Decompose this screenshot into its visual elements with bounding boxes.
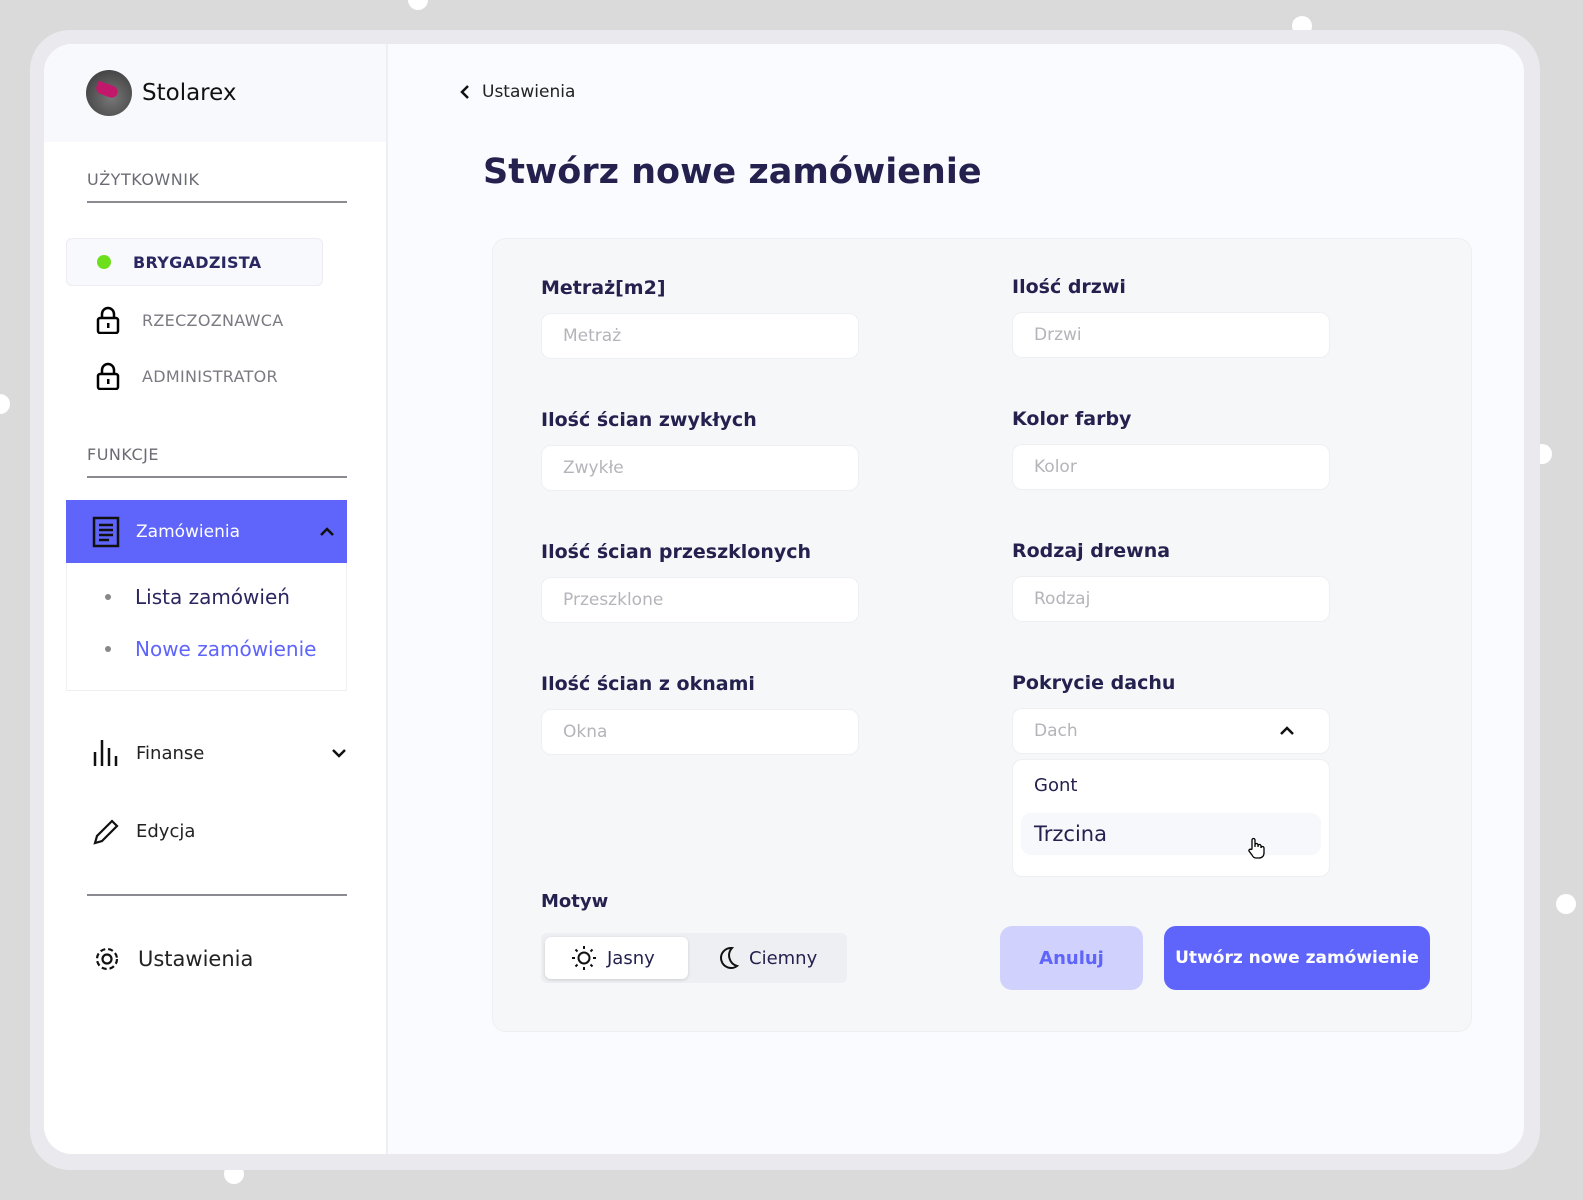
nav-orders-label: Zamówienia [136, 521, 241, 542]
orders-submenu: Lista zamówień Nowe zamówienie [66, 563, 347, 691]
section-functions: FUNKCJE [87, 445, 347, 478]
chevron-up-icon [1280, 726, 1294, 735]
hand-cursor-icon [1248, 837, 1265, 859]
label: Lista zamówień [135, 585, 290, 609]
gear-icon [95, 947, 119, 971]
roof-select[interactable]: Dach [1012, 708, 1330, 754]
theme-toggle: Jasny Ciemny [541, 933, 847, 983]
label: Rodzaj drewna [1012, 540, 1171, 562]
glazed-input[interactable]: Przeszklone [541, 577, 859, 623]
label: Finanse [136, 742, 205, 764]
label: Ciemny [749, 947, 818, 969]
color-input[interactable]: Kolor [1012, 444, 1330, 490]
role-label: BRYGADZISTA [133, 252, 262, 272]
field-wood: Rodzaj drewna Rodzaj [1012, 540, 1330, 622]
moon-icon [720, 946, 739, 969]
theme-label: Motyw [541, 891, 609, 912]
label: Jasny [607, 947, 655, 969]
roof-placeholder: Dach [1034, 721, 1078, 741]
lock-icon [96, 306, 120, 334]
nav-edit[interactable]: Edycja [92, 816, 195, 846]
nav-orders[interactable]: Zamówienia [66, 500, 347, 563]
nav-finance[interactable]: Finanse [92, 738, 347, 768]
label: Ustawienia [138, 947, 254, 971]
label: Ilość ścian zwykłych [541, 409, 757, 431]
back-link[interactable]: Ustawienia [460, 82, 575, 102]
divider [87, 894, 347, 896]
sidebar: Stolarex UŻYTKOWNIK BRYGADZISTA RZECZOZN… [44, 44, 388, 1154]
doors-input[interactable]: Drzwi [1012, 312, 1330, 358]
back-label: Ustawienia [482, 82, 576, 102]
app-name: Stolarex [142, 80, 237, 106]
label: Ilość drzwi [1012, 276, 1126, 298]
logo[interactable]: Stolarex [44, 44, 386, 142]
sun-icon [572, 946, 596, 970]
section-user: UŻYTKOWNIK [87, 170, 347, 203]
field-walls: Ilość ścian zwykłych Zwykłe [541, 409, 859, 491]
roof-option-trzcina[interactable]: Trzcina [1021, 813, 1321, 859]
role-brygadzista[interactable]: BRYGADZISTA [66, 238, 323, 286]
nav-new-order[interactable]: Nowe zamówienie [105, 637, 316, 661]
pencil-icon [93, 819, 119, 845]
create-order-button[interactable]: Utwórz nowe zamówienie [1164, 926, 1430, 990]
wood-input[interactable]: Rodzaj [1012, 576, 1330, 622]
role-rzeczoznawca[interactable]: RZECZOZNAWCA [66, 296, 323, 344]
role-label: ADMINISTRATOR [142, 366, 278, 386]
walls-input[interactable]: Zwykłe [541, 445, 859, 491]
nav-settings[interactable]: Ustawienia [92, 944, 253, 974]
chevron-left-icon [460, 85, 469, 99]
page-title: Stwórz nowe zamówienie [483, 152, 982, 192]
label: Nowe zamówienie [135, 637, 317, 661]
app-window: Stolarex UŻYTKOWNIK BRYGADZISTA RZECZOZN… [44, 44, 1524, 1154]
bullet-icon [105, 646, 111, 652]
field-roof: Pokrycie dachu Dach [1012, 672, 1330, 754]
theme-light-button[interactable]: Jasny [545, 937, 688, 979]
chevron-up-icon[interactable] [319, 526, 335, 537]
windows-input[interactable]: Okna [541, 709, 859, 755]
cancel-button[interactable]: Anuluj [1000, 926, 1143, 990]
roof-dropdown: Gont Trzcina [1012, 759, 1330, 877]
field-color: Kolor farby Kolor [1012, 408, 1330, 490]
label: Kolor farby [1012, 408, 1132, 430]
field-area: Metraż[m2] Metraż [541, 277, 859, 359]
main-content: Ustawienia Stwórz nowe zamówienie Metraż… [432, 44, 1524, 1154]
label: Metraż[m2] [541, 277, 666, 299]
label: Ilość ścian przeszklonych [541, 541, 812, 563]
label: Trzcina [1034, 822, 1107, 846]
bar-chart-icon [93, 740, 118, 766]
label: Ilość ścian z oknami [541, 673, 755, 695]
field-glazed: Ilość ścian przeszklonych Przeszklone [541, 541, 859, 623]
chevron-down-icon[interactable] [331, 748, 347, 758]
label: Edycja [136, 820, 196, 842]
order-form: Metraż[m2] Metraż Ilość drzwi Drzwi Ilość … [492, 238, 1472, 1032]
field-windows: Ilość ścian z oknami Okna [541, 673, 859, 755]
bg-dot [1556, 894, 1576, 914]
theme-dark-button[interactable]: Ciemny [691, 937, 817, 979]
role-label: RZECZOZNAWCA [142, 310, 284, 330]
area-input[interactable]: Metraż [541, 313, 859, 359]
roof-option-gont[interactable]: Gont [1021, 764, 1321, 806]
bullet-icon [105, 594, 111, 600]
logo-avatar-icon [86, 70, 132, 116]
role-administrator[interactable]: ADMINISTRATOR [66, 352, 323, 400]
bg-dot [408, 0, 428, 10]
active-status-icon [97, 255, 111, 269]
bg-dot [0, 394, 10, 414]
receipt-icon [92, 516, 120, 547]
nav-order-list[interactable]: Lista zamówień [105, 585, 290, 609]
label: Pokrycie dachu [1012, 672, 1176, 694]
lock-icon [96, 362, 120, 390]
field-doors: Ilość drzwi Drzwi [1012, 276, 1330, 358]
